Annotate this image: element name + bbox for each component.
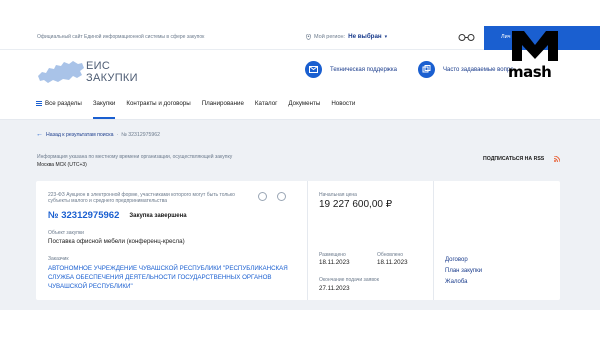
published-label: Размещено [319, 252, 346, 258]
customer-label: Заказчик [48, 256, 69, 262]
nav-item-contracts[interactable]: Контракты и договоры [126, 100, 190, 114]
rss-icon [554, 156, 561, 162]
card-divider [307, 181, 308, 300]
tech-support-label: Техническая поддержка [330, 66, 397, 73]
nav-item-news[interactable]: Новости [331, 100, 355, 114]
menu-icon [36, 101, 42, 106]
customer-link[interactable]: АВТОНОМНОЕ УЧРЕЖДЕНИЕ ЧУВАШСКОЙ РЕСПУБЛИ… [48, 264, 288, 291]
faq-label: Часто задаваемые вопро [443, 66, 514, 73]
mail-icon [305, 61, 322, 78]
price-value: 19 227 600,00 ₽ [319, 199, 393, 210]
rss-label: ПОДПИСАТЬСЯ НА RSS [483, 156, 545, 162]
purchase-links: Договор План закупки Жалоба [445, 257, 482, 285]
print-icon[interactable] [277, 192, 286, 201]
complaint-link[interactable]: Жалоба [445, 279, 482, 285]
official-site-text: Официальный сайт Единой информационной с… [37, 34, 205, 40]
card-divider [433, 181, 434, 300]
nav-item-label: Все разделы [45, 100, 82, 107]
updated-value: 18.11.2023 [377, 259, 408, 266]
logo-line-1: ЕИС [86, 60, 111, 72]
object-value: Поставка офисной мебели (конференц-кресл… [48, 238, 185, 245]
breadcrumb-current: № 32312975962 [121, 131, 161, 138]
timezone-text: Москва МСК (UTC+3) [37, 162, 87, 168]
nav-item-catalog[interactable]: Каталог [255, 100, 278, 114]
nav-item-purchases[interactable]: Закупки [92, 100, 115, 119]
track-icon[interactable] [258, 192, 267, 201]
time-info: Информация указана по местному времени о… [37, 153, 232, 169]
mash-watermark-text: mash [508, 63, 552, 81]
arrow-left-icon[interactable]: ← [36, 131, 43, 138]
main-nav: Все разделы Закупки Контракты и договоры… [36, 100, 355, 119]
logo-text[interactable]: ЕИС ЗАКУПКИ [86, 60, 138, 84]
object-label: Объект закупки [48, 230, 84, 236]
time-info-text: Информация указана по местному времени о… [37, 154, 233, 160]
deadline-label: Окончание подачи заявок [319, 277, 379, 283]
region-label: Мой регион: [314, 33, 346, 40]
region-value: Не выбран [348, 33, 382, 40]
accessibility-glasses-icon[interactable] [458, 33, 475, 42]
chevron-down-icon: ▾ [384, 33, 388, 40]
breadcrumb: ← Назад к результатам поиска · № 3231297… [36, 131, 160, 138]
deadline-value: 27.11.2023 [319, 285, 350, 292]
published-value: 18.11.2023 [319, 259, 350, 266]
nav-item-all-sections[interactable]: Все разделы [36, 100, 82, 114]
price-label: Начальная цена [319, 192, 357, 198]
faq-link[interactable]: Часто задаваемые вопро [418, 61, 514, 78]
faq-icon [418, 61, 435, 78]
contract-link[interactable]: Договор [445, 257, 482, 263]
nav-item-documents[interactable]: Документы [288, 100, 320, 114]
region-selector[interactable]: Мой регион: Не выбран ▾ [306, 33, 387, 40]
russia-map-logo-icon[interactable] [36, 58, 86, 86]
card-actions [258, 192, 286, 201]
rss-subscribe-link[interactable]: ПОДПИСАТЬСЯ НА RSS [483, 156, 561, 162]
nav-item-planning[interactable]: Планирование [202, 100, 244, 114]
purchase-plan-link[interactable]: План закупки [445, 268, 482, 274]
back-to-results-link[interactable]: Назад к результатам поиска [46, 132, 114, 138]
purchase-number-row: № 32312975962 Закупка завершена [48, 210, 187, 221]
procurement-type: 223-ФЗ Аукцион в электронной форме, учас… [48, 192, 235, 204]
purchase-card: 223-ФЗ Аукцион в электронной форме, учас… [36, 181, 560, 300]
tech-support-link[interactable]: Техническая поддержка [305, 61, 397, 78]
logo-line-2: ЗАКУПКИ [86, 72, 138, 84]
location-pin-icon [306, 33, 311, 40]
status-badge: Закупка завершена [129, 212, 187, 219]
purchase-number-link[interactable]: № 32312975962 [48, 210, 119, 221]
breadcrumb-separator: · [116, 131, 119, 138]
updated-label: Обновлено [377, 252, 404, 258]
